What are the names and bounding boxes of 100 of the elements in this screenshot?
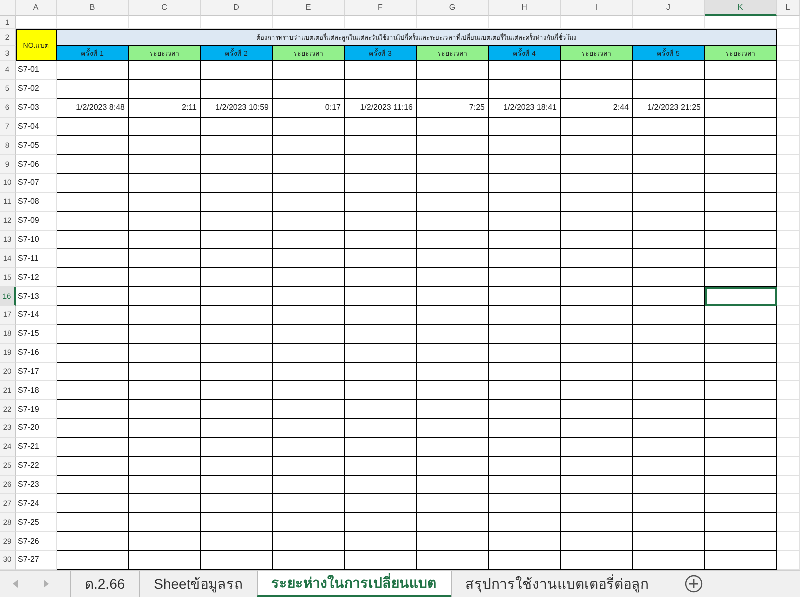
empty-cell xyxy=(633,532,705,551)
empty-cell xyxy=(273,155,345,174)
empty-cell xyxy=(345,287,417,306)
column-header[interactable]: E xyxy=(273,0,345,16)
empty-cell xyxy=(417,532,489,551)
column-header[interactable]: K xyxy=(705,0,777,16)
empty-cell xyxy=(345,419,417,438)
empty-cell xyxy=(489,118,561,136)
empty-cell xyxy=(201,324,273,344)
empty-cell xyxy=(777,362,800,382)
empty-cell xyxy=(273,513,345,532)
column-header[interactable]: J xyxy=(633,0,705,16)
empty-cell xyxy=(345,476,417,494)
empty-cell xyxy=(561,249,633,268)
empty-cell xyxy=(705,212,777,231)
column-header[interactable]: C xyxy=(129,0,201,16)
empty-cell xyxy=(345,400,417,420)
empty-cell xyxy=(705,98,777,118)
battery-id-cell: S7-25 xyxy=(16,513,57,532)
empty-cell xyxy=(201,174,273,193)
battery-id-cell: S7-12 xyxy=(16,268,57,288)
empty-cell xyxy=(129,174,201,193)
column-header[interactable]: I xyxy=(561,0,633,16)
empty-cell xyxy=(129,212,201,231)
empty-cell xyxy=(201,400,273,420)
empty-cell xyxy=(561,344,633,362)
empty-cell xyxy=(345,456,417,476)
empty-cell xyxy=(57,212,129,231)
column-header[interactable]: F xyxy=(345,0,417,16)
empty-cell xyxy=(417,118,489,136)
empty-cell xyxy=(777,174,800,193)
empty-cell xyxy=(417,268,489,288)
empty-cell xyxy=(201,456,273,476)
column-header[interactable]: B xyxy=(57,0,129,16)
empty-cell xyxy=(57,381,129,400)
empty-cell xyxy=(561,306,633,325)
empty-cell xyxy=(561,532,633,551)
empty-cell xyxy=(417,155,489,174)
empty-cell xyxy=(57,61,129,80)
empty-cell xyxy=(273,344,345,362)
select-all-corner[interactable] xyxy=(0,0,16,16)
empty-cell xyxy=(561,456,633,476)
battery-id-cell: S7-09 xyxy=(16,212,57,231)
empty-cell xyxy=(273,456,345,476)
empty-cell xyxy=(57,400,129,420)
battery-id-cell: S7-26 xyxy=(16,532,57,551)
battery-id-cell: S7-02 xyxy=(16,80,57,99)
empty-cell xyxy=(129,249,201,268)
battery-id-cell: S7-18 xyxy=(16,381,57,400)
column-header[interactable]: G xyxy=(417,0,489,16)
empty-cell xyxy=(633,324,705,344)
column-header[interactable]: L xyxy=(777,0,800,16)
empty-cell xyxy=(489,136,561,156)
add-sheet-icon[interactable] xyxy=(684,575,703,593)
empty-cell xyxy=(345,268,417,288)
empty-cell xyxy=(777,287,800,306)
empty-cell xyxy=(489,249,561,268)
table-cell: 2:44 xyxy=(561,98,633,118)
empty-cell xyxy=(561,400,633,420)
empty-cell xyxy=(777,98,800,118)
empty-cell xyxy=(705,118,777,136)
sheet-tab[interactable]: ด.2.66 xyxy=(70,571,140,597)
empty-cell xyxy=(57,192,129,212)
empty-cell xyxy=(129,192,201,212)
column-header[interactable]: D xyxy=(201,0,273,16)
empty-cell xyxy=(633,287,705,306)
column-header[interactable]: H xyxy=(489,0,561,16)
empty-cell xyxy=(561,419,633,438)
selected-cell xyxy=(705,287,777,306)
empty-cell xyxy=(129,438,201,457)
sheet-tab[interactable]: ระยะห่างในการเปลี่ยนแบต xyxy=(256,571,451,597)
empty-cell xyxy=(489,494,561,514)
empty-cell xyxy=(561,80,633,99)
empty-cell xyxy=(129,61,201,80)
empty-cell xyxy=(705,324,777,344)
empty-cell xyxy=(633,230,705,250)
empty-cell xyxy=(129,400,201,420)
table-cell: 1/2/2023 11:16 xyxy=(345,98,417,118)
empty-cell xyxy=(561,174,633,193)
empty-cell xyxy=(633,494,705,514)
empty-cell xyxy=(705,344,777,362)
empty-cell xyxy=(489,306,561,325)
column-header[interactable]: A xyxy=(16,0,57,16)
empty-cell xyxy=(201,476,273,494)
empty-cell xyxy=(417,362,489,382)
empty-cell xyxy=(345,249,417,268)
sheet-tab[interactable]: สรุปการใช้งานแบตเตอรี่ต่อลูก xyxy=(450,571,663,597)
empty-cell xyxy=(273,80,345,99)
empty-cell xyxy=(57,344,129,362)
empty-cell xyxy=(129,287,201,306)
empty-cell xyxy=(345,61,417,80)
empty-cell xyxy=(561,230,633,250)
empty-cell xyxy=(201,381,273,400)
empty-cell xyxy=(777,476,800,494)
empty-cell xyxy=(489,438,561,457)
empty-cell xyxy=(705,513,777,532)
empty-cell xyxy=(633,136,705,156)
empty-cell xyxy=(273,230,345,250)
empty-cell xyxy=(345,362,417,382)
empty-cell xyxy=(633,362,705,382)
